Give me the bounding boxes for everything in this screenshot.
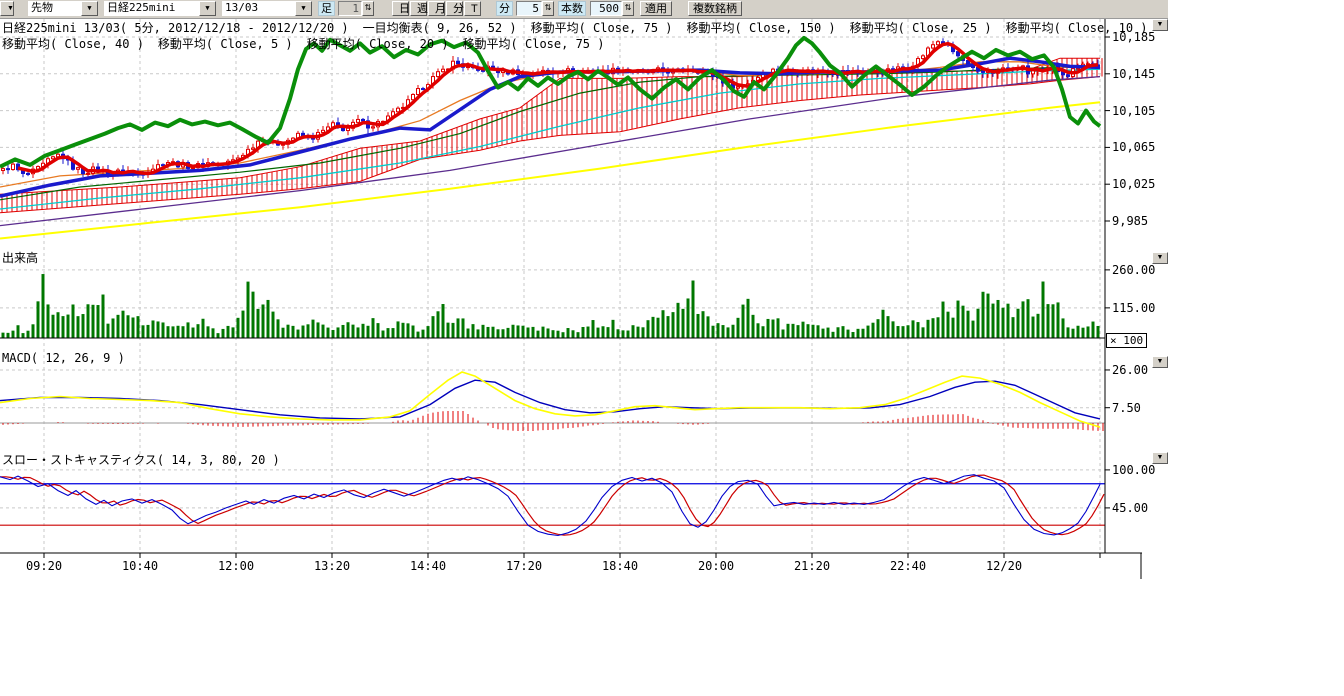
ma-10-line xyxy=(18,44,1098,174)
time-tick-label: 21:20 xyxy=(782,559,842,573)
price-tick-label: 9,985 xyxy=(1112,214,1148,228)
volume-bars xyxy=(2,274,1100,338)
volume-panel-title: 出来高 xyxy=(2,249,38,266)
plot-area xyxy=(0,19,1105,553)
time-tick-label: 18:40 xyxy=(590,559,650,573)
stoch-panel-dropdown-button[interactable]: ▼ xyxy=(1152,452,1168,464)
time-tick-label: 09:20 xyxy=(14,559,74,573)
legend-item: 一目均衡表( 9, 26, 52 ) xyxy=(363,19,517,36)
macd-panel-title: MACD( 12, 26, 9 ) xyxy=(2,351,125,365)
time-tick-label: 12:00 xyxy=(206,559,266,573)
stoch-tick-label: 100.00 xyxy=(1112,463,1155,477)
price-tick-label: 10,065 xyxy=(1112,140,1155,154)
chart-application-window: ▼ 先物 ▼ 日経225mini ▼ 13/03 ▼ 足 1 ⇅ 日週月分T 分… xyxy=(0,0,1344,696)
time-tick-label: 22:40 xyxy=(878,559,938,573)
time-tick-label: 10:40 xyxy=(110,559,170,573)
macd-panel-dropdown-button[interactable]: ▼ xyxy=(1152,356,1168,368)
ma-150-line xyxy=(0,102,1100,238)
volume-tick-label: 115.00 xyxy=(1112,301,1155,315)
time-tick-label: 14:40 xyxy=(398,559,458,573)
price-panel-dropdown-button[interactable]: ▼ xyxy=(1152,19,1168,31)
volume-panel-dropdown-button[interactable]: ▼ xyxy=(1152,252,1168,264)
macd-tick-label: 26.00 xyxy=(1112,363,1148,377)
ma-40-line xyxy=(0,67,1100,199)
legend-item: 移動平均( Close, 20 ) xyxy=(307,35,449,52)
volume-scale-badge: × 100 xyxy=(1106,333,1147,348)
legend-item: 移動平均( Close, 75 ) xyxy=(463,35,605,52)
price-tick-label: 10,185 xyxy=(1112,30,1155,44)
stochastics-panel-title: スロー・ストキャスティクス( 14, 3, 80, 20 ) xyxy=(2,451,280,468)
legend-item: 移動平均( Close, 75 ) xyxy=(531,19,673,36)
time-tick-label: 13:20 xyxy=(302,559,362,573)
legend-row-2: 移動平均( Close, 40 ) 移動平均( Close, 5 ) 移動平均( C… xyxy=(2,35,604,52)
candlesticks xyxy=(2,38,1100,179)
price-tick-label: 10,025 xyxy=(1112,177,1155,191)
time-tick-label: 20:00 xyxy=(686,559,746,573)
legend-row-1: 日経225mini 13/03( 5分, 2012/12/18 - 2012/1… xyxy=(2,19,1148,36)
price-tick-label: 10,105 xyxy=(1112,104,1155,118)
stoch-tick-label: 45.00 xyxy=(1112,501,1148,515)
legend-item: 日経225mini 13/03( 5分, 2012/12/18 - 2012/1… xyxy=(2,19,349,36)
macd-line xyxy=(0,372,1100,427)
ma-purple-line xyxy=(0,77,1100,226)
legend-item: 移動平均( Close, 5 ) xyxy=(158,35,293,52)
legend-item: 移動平均( Close, 40 ) xyxy=(2,35,144,52)
time-tick-label: 12/20 xyxy=(974,559,1034,573)
volume-tick-label: 260.00 xyxy=(1112,263,1155,277)
legend-item: 移動平均( Close, 25 ) xyxy=(850,19,992,36)
macd-tick-label: 7.50 xyxy=(1112,401,1141,415)
time-tick-label: 17:20 xyxy=(494,559,554,573)
price-tick-label: 10,145 xyxy=(1112,67,1155,81)
legend-item: 移動平均( Close, 150 ) xyxy=(687,19,836,36)
